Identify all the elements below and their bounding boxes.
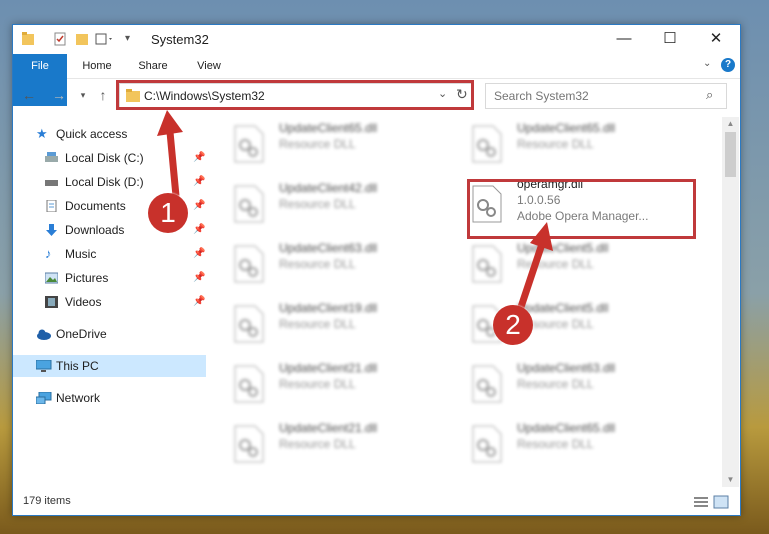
annotation-arrows bbox=[157, 110, 553, 312]
arrowhead-up-right bbox=[530, 222, 553, 251]
arrowhead-up bbox=[157, 110, 183, 136]
step-2-badge: 2 bbox=[493, 305, 533, 345]
step-1-badge: 1 bbox=[148, 193, 188, 233]
arrow-to-address-bar bbox=[166, 131, 180, 197]
arrow-to-file bbox=[516, 239, 547, 312]
